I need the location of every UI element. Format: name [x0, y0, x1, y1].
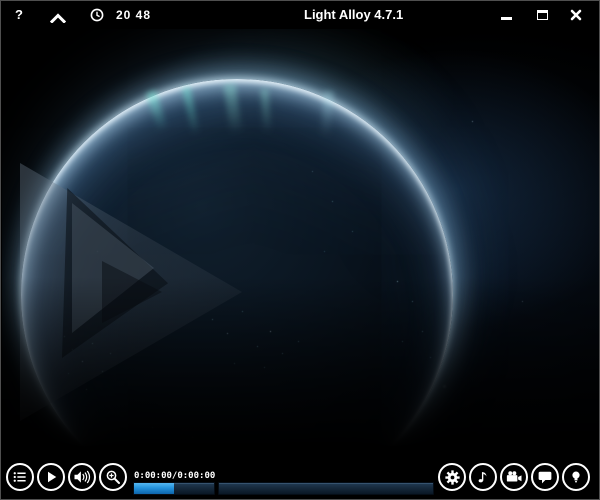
- audio-button[interactable]: [469, 463, 497, 491]
- speaker-icon: [72, 468, 92, 486]
- subtitles-button[interactable]: [531, 463, 559, 491]
- video-button[interactable]: [500, 463, 528, 491]
- clock-icon: [90, 8, 104, 27]
- music-note-icon: [474, 468, 492, 486]
- volume-bar[interactable]: [133, 482, 215, 495]
- maximize-button[interactable]: [531, 5, 553, 25]
- playlist-icon: [11, 468, 29, 486]
- zoom-button[interactable]: [99, 463, 127, 491]
- minimize-button[interactable]: [495, 5, 517, 25]
- play-icon: [42, 468, 60, 486]
- help-button[interactable]: ?: [15, 7, 23, 22]
- maximize-icon: [537, 10, 548, 20]
- video-area[interactable]: [2, 29, 600, 456]
- close-icon: [570, 9, 582, 21]
- light-bulb-icon: [567, 468, 585, 486]
- chevron-up-icon[interactable]: [50, 10, 66, 28]
- minimize-icon: [501, 17, 512, 20]
- seek-bar[interactable]: [218, 482, 434, 495]
- playlist-button[interactable]: [6, 463, 34, 491]
- time-display[interactable]: 0:00:00/0:00:00: [134, 471, 215, 481]
- play-button[interactable]: [37, 463, 65, 491]
- speech-bubble-icon: [536, 468, 554, 486]
- close-button[interactable]: [565, 5, 587, 25]
- titlebar: ? 20 48 Light Alloy 4.7.1: [1, 1, 599, 29]
- light-button[interactable]: [562, 463, 590, 491]
- window-title: Light Alloy 4.7.1: [304, 7, 403, 22]
- settings-button[interactable]: [438, 463, 466, 491]
- bottom-fade: [2, 29, 600, 456]
- control-bar: 0:00:00/0:00:00: [1, 454, 599, 499]
- volume-button[interactable]: [68, 463, 96, 491]
- light-alloy-window: ? 20 48 Light Alloy 4.7.1: [0, 0, 600, 500]
- movie-camera-icon: [504, 468, 524, 486]
- gear-icon: [443, 468, 462, 487]
- volume-bar-fill: [134, 483, 174, 494]
- clock-time: 20 48: [116, 8, 151, 22]
- magnifier-plus-icon: [104, 468, 122, 486]
